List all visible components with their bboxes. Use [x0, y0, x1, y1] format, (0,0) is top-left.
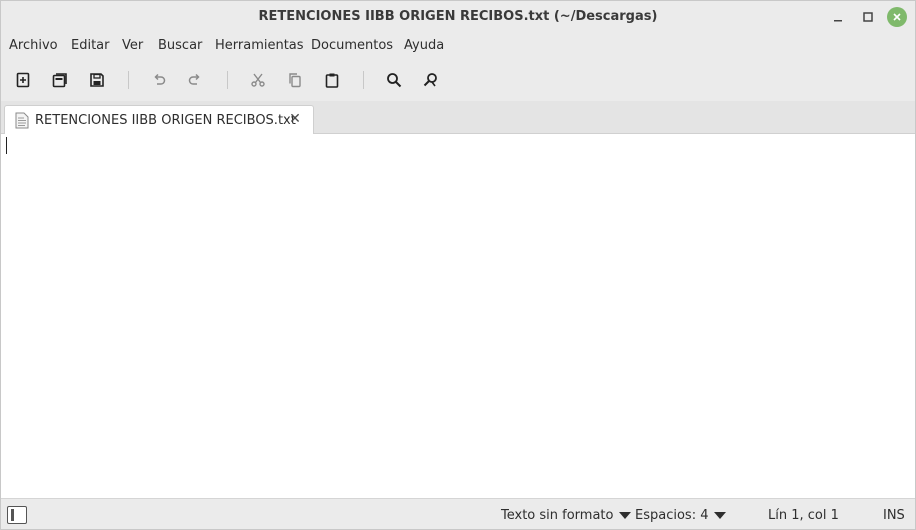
maximize-icon [863, 12, 873, 22]
close-window-button[interactable] [887, 7, 907, 27]
chevron-down-icon [619, 512, 632, 519]
open-document-icon [52, 73, 67, 88]
copy-button[interactable] [284, 69, 306, 91]
menu-herramientas[interactable]: Herramientas [215, 38, 304, 53]
close-tab-icon[interactable]: ✕ [288, 112, 302, 126]
search-button[interactable] [383, 69, 405, 91]
toolbar [1, 59, 915, 101]
indent-label: Espacios: 4 [635, 508, 709, 523]
undo-icon [154, 73, 166, 85]
syntax-label: Texto sin formato [501, 508, 614, 523]
search-icon [387, 73, 402, 88]
new-document-icon [16, 72, 30, 88]
minimize-button[interactable] [828, 7, 848, 27]
maximize-button[interactable] [858, 7, 878, 27]
chevron-down-icon [714, 512, 727, 519]
redo-button[interactable] [184, 69, 206, 91]
cut-icon [251, 73, 265, 87]
new-document-button[interactable] [12, 69, 34, 91]
window-title: RETENCIONES IIBB ORIGEN RECIBOS.txt (~/D… [258, 9, 658, 24]
paste-button[interactable] [321, 69, 343, 91]
indent-selector[interactable]: Espacios: 4 [635, 508, 727, 523]
document-tab[interactable]: RETENCIONES IIBB ORIGEN RECIBOS.txt ✕ [4, 105, 314, 134]
menu-archivo[interactable]: Archivo [9, 38, 58, 53]
toolbar-separator [363, 71, 364, 89]
paste-icon [325, 73, 339, 88]
toolbar-separator [128, 71, 129, 89]
replace-icon [423, 73, 437, 87]
text-cursor [6, 137, 7, 154]
tab-label: RETENCIONES IIBB ORIGEN RECIBOS.txt [35, 113, 296, 128]
menu-ver[interactable]: Ver [122, 38, 143, 53]
open-document-button[interactable] [49, 69, 71, 91]
menu-ayuda[interactable]: Ayuda [404, 38, 444, 53]
replace-button[interactable] [420, 69, 442, 91]
toolbar-separator [227, 71, 228, 89]
cursor-position[interactable]: Lín 1, col 1 [768, 508, 839, 523]
syntax-selector[interactable]: Texto sin formato [501, 508, 632, 523]
save-button[interactable] [86, 69, 108, 91]
menu-bar: Archivo Editar Ver Buscar Herramientas D… [1, 33, 915, 59]
close-icon [893, 13, 901, 21]
cut-button[interactable] [247, 69, 269, 91]
status-bar: Texto sin formato Espacios: 4 Lín 1, col… [1, 498, 915, 529]
save-icon [90, 73, 104, 87]
menu-buscar[interactable]: Buscar [158, 38, 202, 53]
menu-documentos[interactable]: Documentos [311, 38, 393, 53]
editor-window: RETENCIONES IIBB ORIGEN RECIBOS.txt (~/D… [0, 0, 916, 530]
side-panel-toggle-icon[interactable] [7, 506, 27, 524]
text-editor-area[interactable] [1, 134, 915, 498]
minimize-icon [834, 20, 842, 22]
undo-button[interactable] [148, 69, 170, 91]
title-bar[interactable]: RETENCIONES IIBB ORIGEN RECIBOS.txt (~/D… [1, 1, 915, 33]
redo-icon [188, 73, 200, 85]
tab-bar: RETENCIONES IIBB ORIGEN RECIBOS.txt ✕ [1, 101, 915, 134]
text-file-icon [15, 112, 29, 129]
insert-mode: INS [883, 508, 905, 523]
copy-icon [289, 73, 301, 88]
menu-editar[interactable]: Editar [71, 38, 110, 53]
